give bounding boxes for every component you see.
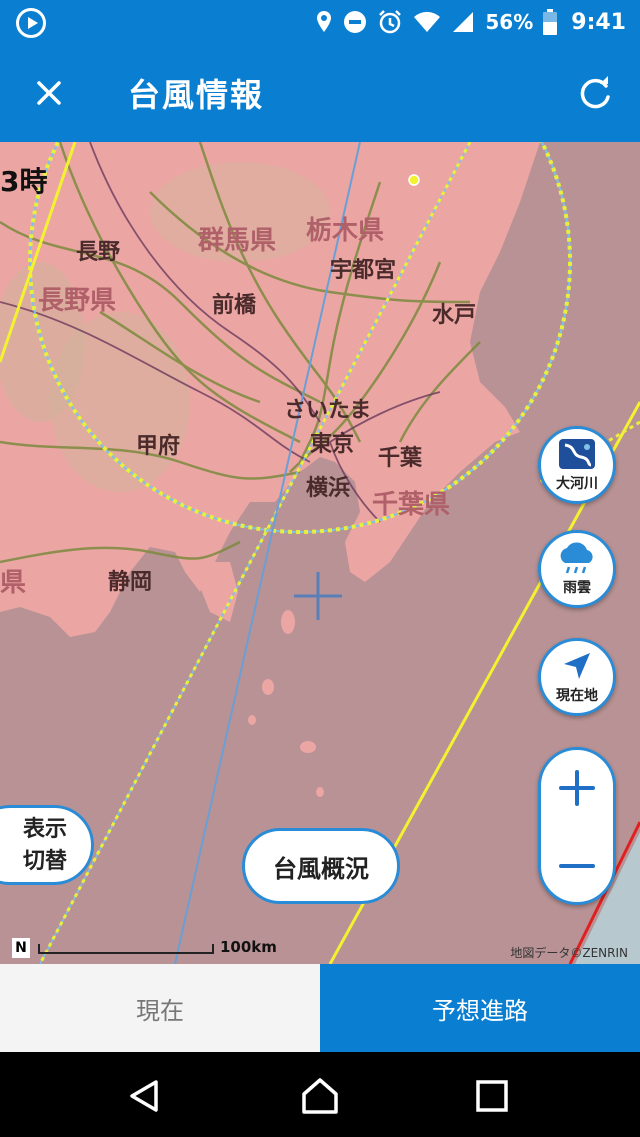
map-label-chiba-city: 千葉 [378,446,423,471]
rain-cloud-icon [560,542,593,574]
current-location-label: 現在地 [556,688,598,704]
clock: 9:41 [571,9,626,35]
map-label-nagano-city: 長野 [76,240,121,265]
refresh-icon[interactable] [570,68,620,118]
map-label-mito: 水戸 [432,303,477,328]
close-icon[interactable] [24,68,74,118]
river-button[interactable]: 大河川 [538,426,616,504]
zoom-in-button[interactable] [541,750,613,826]
map-scale: N 100km [12,938,282,962]
map-credit: 地図データ©ZENRIN [510,946,628,960]
map-label-chiba-pref: 千葉県 [372,490,451,520]
play-circle-icon [16,8,46,38]
signal-icon [453,12,474,32]
current-location-button[interactable]: 現在地 [538,638,616,716]
zoom-control [538,747,616,905]
map-label-shizuoka: 静岡 [108,570,153,595]
typhoon-map[interactable]: 3時 群馬県 栃木県 長野 長野県 宇都宮 前橋 水戸 さいたま 甲府 東京 千… [0,142,640,964]
map-label-gunma: 群馬県 [198,226,277,256]
toggle-display-button[interactable]: 表示 切替 [0,805,94,885]
location-icon [317,11,332,32]
map-label-tochigi: 栃木県 [306,216,385,246]
toggle-display-line1: 表示 [22,817,67,842]
river-icon [559,439,595,469]
toggle-display-line2: 切替 [22,849,67,874]
tab-forecast-path[interactable]: 予想進路 [320,964,640,1052]
battery-icon [543,9,558,35]
bottom-tabs: 現在 予想進路 [0,964,640,1052]
north-indicator-icon: N [12,938,30,958]
typhoon-overview-button[interactable]: 台風概況 [242,828,400,904]
battery-percent: 56% [485,10,534,34]
home-circle-icon[interactable] [298,1074,342,1118]
map-label-tokyo: 東京 [310,432,355,457]
status-icons: 56% 9:41 [315,0,626,44]
map-label-yokohama: 横浜 [306,476,351,501]
map-label-kofu: 甲府 [136,434,181,459]
map-label-shizuoka-pref-edge: 県 [0,568,27,598]
forecast-time-label: 3時 [0,165,48,198]
map-label-saitama: さいたま [284,398,372,423]
river-label: 大河川 [556,476,598,492]
system-nav-bar [0,1052,640,1137]
status-bar: 56% 9:41 [0,0,640,44]
wifi-icon [414,11,441,32]
map-label-nagano-pref: 長野県 [38,286,117,316]
app-bar: 台風情報 [0,44,640,142]
map-label-utsunomiya: 宇都宮 [330,258,397,283]
alarm-icon [379,10,402,34]
zoom-out-button[interactable] [541,826,613,902]
rain-cloud-label: 雨雲 [563,580,591,596]
back-triangle-icon[interactable] [124,1074,168,1118]
scale-bar [38,944,214,954]
recents-square-icon[interactable] [470,1074,514,1118]
map-label-maebashi: 前橋 [212,293,257,318]
rain-cloud-button[interactable]: 雨雲 [538,530,616,608]
page-title: 台風情報 [128,76,265,114]
tab-current[interactable]: 現在 [0,964,320,1052]
do-not-disturb-icon [344,11,367,33]
navigation-arrow-icon [564,653,590,679]
scale-label: 100km [220,938,277,956]
